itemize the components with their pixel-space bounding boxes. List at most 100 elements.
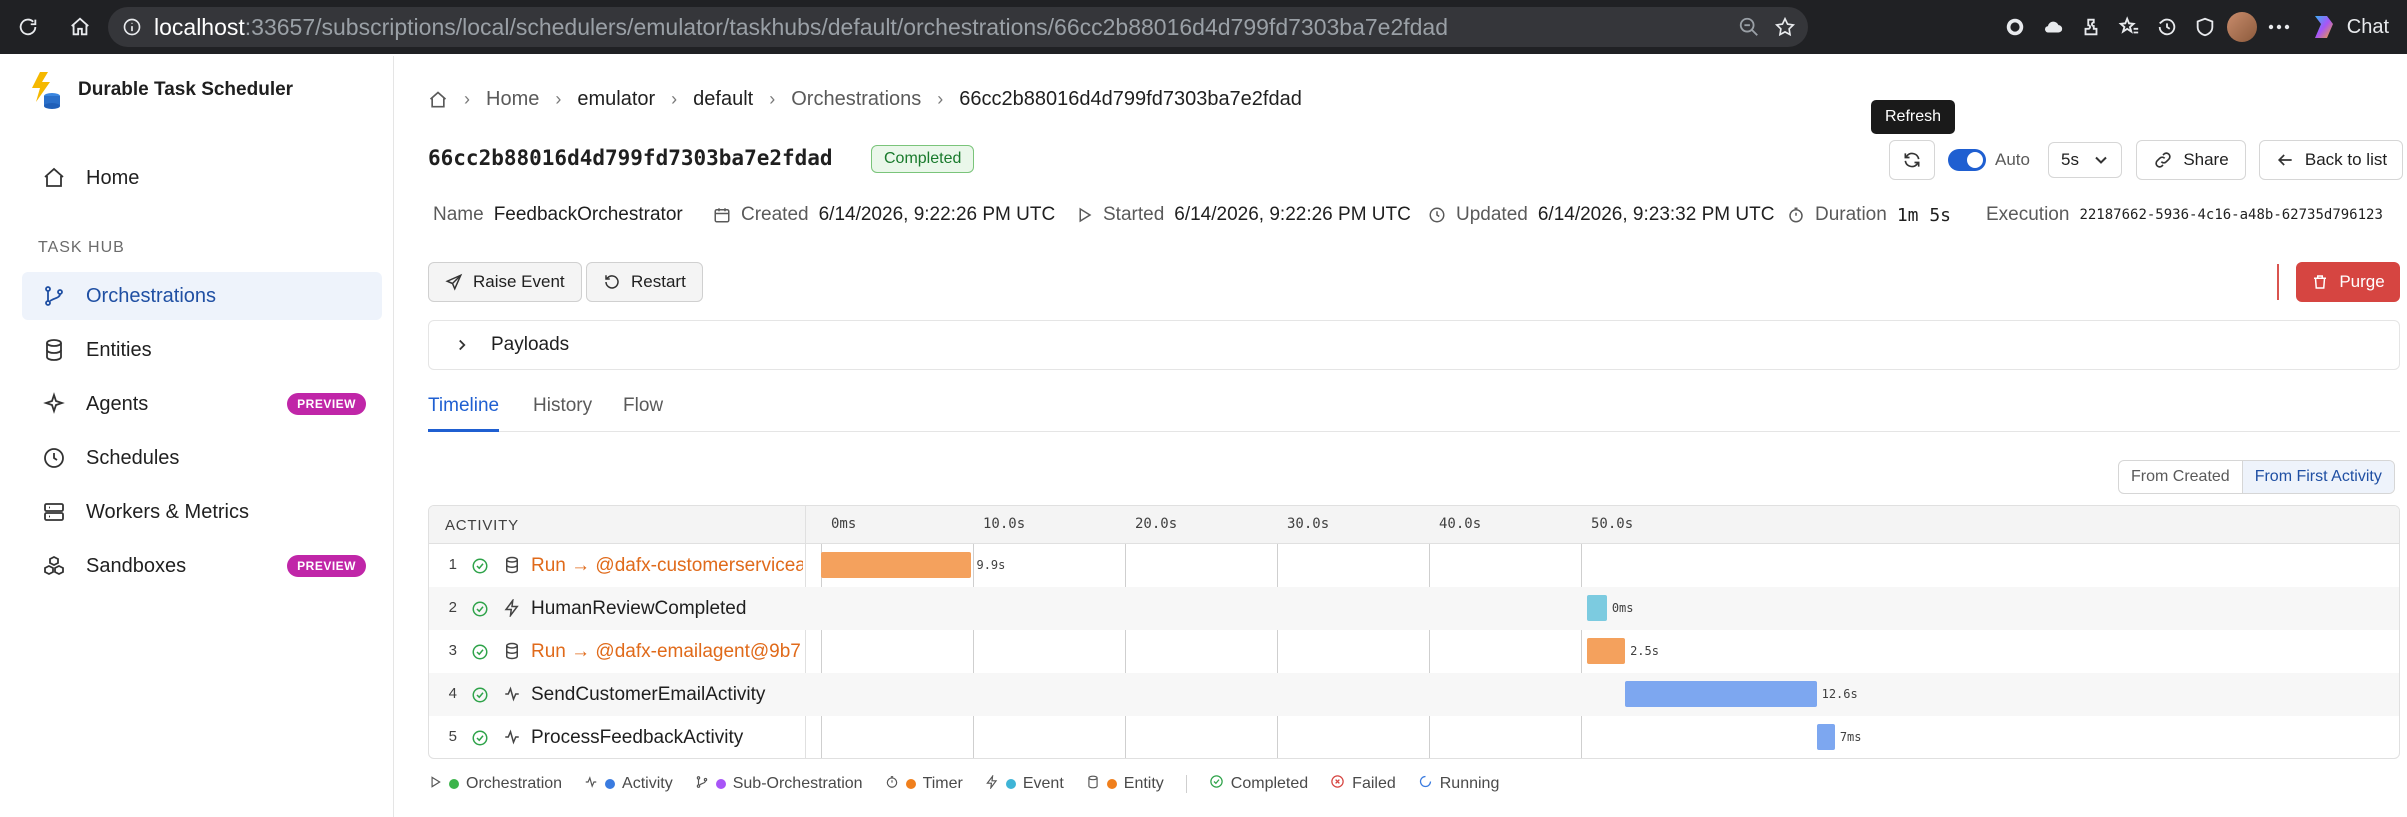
back-to-list-button[interactable]: Back to list <box>2259 140 2403 180</box>
timeline-legend: Orchestration Activity Sub-Orchestration Ti… <box>428 773 1513 794</box>
orchestration-icon <box>428 775 442 794</box>
chevron-right-icon: › <box>937 89 944 109</box>
breadcrumb-home[interactable]: Home <box>486 88 539 111</box>
tab-history[interactable]: History <box>533 382 592 432</box>
from-first-activity-option[interactable]: From First Activity <box>2241 461 2394 493</box>
tab-timeline[interactable]: Timeline <box>428 382 500 432</box>
check-circle-icon <box>471 643 489 666</box>
tick-label: 50.0s <box>1591 516 1634 532</box>
timeline-bar[interactable] <box>1816 724 1835 750</box>
timeline-row[interactable]: 5 ProcessFeedbackActivity 7ms <box>429 716 2399 758</box>
brand[interactable]: Durable Task Scheduler <box>28 70 293 110</box>
meta-name: Name FeedbackOrchestrator <box>433 204 683 226</box>
duration-label: 2.5s <box>1630 644 1659 658</box>
timeline-bar[interactable] <box>1587 638 1626 664</box>
legend-item-activity: Activity <box>584 775 673 794</box>
check-circle-icon <box>1209 774 1224 794</box>
zoom-icon[interactable] <box>1738 16 1760 38</box>
sidebar-item-label: Orchestrations <box>86 284 217 307</box>
legend-label: Running <box>1439 775 1500 792</box>
url-path: :33657/subscriptions/local/schedulers/em… <box>244 13 1449 40</box>
extensions-icon[interactable] <box>2075 11 2107 43</box>
check-circle-icon <box>471 686 489 709</box>
timeline-bar[interactable] <box>821 552 972 578</box>
timeline-bar[interactable] <box>1625 681 1817 707</box>
sidebar-item-label: Sandboxes <box>86 554 187 577</box>
star-icon[interactable] <box>1774 16 1796 38</box>
reload-icon[interactable] <box>12 11 44 43</box>
row-number: 2 <box>448 599 457 616</box>
breadcrumb-emulator[interactable]: emulator <box>577 88 655 111</box>
legend-label: Orchestration <box>466 775 563 792</box>
breadcrumb-orchestrations[interactable]: Orchestrations <box>791 88 921 111</box>
duration-label: 9.9s <box>976 558 1006 572</box>
chevron-right-icon <box>459 339 466 351</box>
chevron-right-icon: › <box>555 89 562 109</box>
copilot-icon <box>2314 16 2333 38</box>
database-icon <box>46 339 62 361</box>
sidebar-item-entities[interactable]: Entities <box>22 326 382 374</box>
legend-label: Completed <box>1230 775 1309 792</box>
sidebar-item-schedules[interactable]: Schedules <box>22 434 382 482</box>
payloads-toggle[interactable]: Payloads <box>428 320 2400 370</box>
timeline-row[interactable]: 4 SendCustomerEmailActivity 12.6s <box>429 673 2399 716</box>
refresh-interval-select[interactable]: 5s <box>2048 142 2122 178</box>
sidebar-item-workers-metrics[interactable]: Workers & Metrics <box>22 488 382 536</box>
history-icon[interactable] <box>2151 11 2183 43</box>
activity-name: ProcessFeedbackActivity <box>531 727 744 748</box>
address-bar[interactable]: localhost:33657/subscriptions/local/sche… <box>108 7 1808 47</box>
info-icon[interactable] <box>122 17 142 37</box>
play-icon <box>1079 207 1092 223</box>
timeline-bar[interactable] <box>1587 595 1607 621</box>
app-window: Durable Task Scheduler Home TASK HUB Orc… <box>6 56 2407 817</box>
timeline-row[interactable]: 1 Run → @dafx-customerservicea 9.9s <box>429 544 2399 587</box>
purge-label: Purge <box>2339 272 2385 291</box>
legend-item-sub-orchestration: Sub-Orchestration <box>695 775 863 794</box>
chevron-right-icon: › <box>671 89 678 109</box>
breadcrumb-default[interactable]: default <box>693 88 753 111</box>
payloads-label: Payloads <box>491 334 570 355</box>
durable-task-logo-icon <box>32 72 60 109</box>
extension-a-icon[interactable] <box>1999 11 2031 43</box>
restart-button[interactable]: Restart <box>586 262 703 302</box>
share-button[interactable]: Share <box>2136 140 2246 180</box>
back-label: Back to list <box>2304 150 2388 169</box>
shield-icon[interactable] <box>2189 11 2221 43</box>
legend-label: Sub-Orchestration <box>732 775 863 792</box>
tab-flow[interactable]: Flow <box>623 382 663 432</box>
more-icon[interactable] <box>2263 11 2295 43</box>
raise-event-button[interactable]: Raise Event <box>428 262 582 302</box>
from-created-option[interactable]: From Created <box>2119 461 2242 493</box>
legend-label: Failed <box>1352 775 1396 792</box>
sidebar: Durable Task Scheduler Home TASK HUB Orc… <box>6 56 394 817</box>
meta-name-value: FeedbackOrchestrator <box>493 204 683 225</box>
sidebar-item-orchestrations[interactable]: Orchestrations <box>22 272 382 320</box>
breadcrumb: › Home › emulator › default › Orchestrat… <box>428 88 1302 111</box>
copilot-chat-button[interactable]: Chat <box>2309 12 2389 42</box>
profile-avatar[interactable] <box>2226 12 2257 42</box>
tick-label: 0ms <box>831 516 857 532</box>
sidebar-item-home[interactable]: Home <box>22 154 382 202</box>
legend-dot <box>1005 779 1016 789</box>
activity-icon <box>503 728 521 751</box>
url-host: localhost <box>154 13 245 40</box>
cloud-icon[interactable] <box>2037 11 2069 43</box>
favorites-icon[interactable] <box>2113 11 2145 43</box>
meta-execution-label: Execution <box>1986 204 2070 225</box>
refresh-button[interactable] <box>1889 140 1935 180</box>
auto-refresh-toggle[interactable] <box>1948 149 1986 171</box>
row-number: 5 <box>448 728 457 745</box>
sidebar-item-agents[interactable]: Agents PREVIEW <box>22 380 382 428</box>
home-icon[interactable] <box>64 11 96 43</box>
event-icon <box>985 773 999 794</box>
sidebar-item-sandboxes[interactable]: Sandboxes PREVIEW <box>22 542 382 590</box>
home-icon[interactable] <box>428 90 448 110</box>
tick-label: 40.0s <box>1439 516 1482 532</box>
meta-started-value: 6/14/2026, 9:22:26 PM UTC <box>1174 204 1411 225</box>
refresh-icon <box>1904 152 1920 168</box>
chat-label: Chat <box>2346 15 2389 38</box>
timeline-row[interactable]: 2 HumanReviewCompleted 0ms <box>429 587 2399 630</box>
legend-dot <box>449 779 459 789</box>
timeline-row[interactable]: 3 Run → @dafx-emailagent@9b7 2.5s <box>429 630 2399 673</box>
purge-button[interactable]: Purge <box>2296 262 2400 302</box>
